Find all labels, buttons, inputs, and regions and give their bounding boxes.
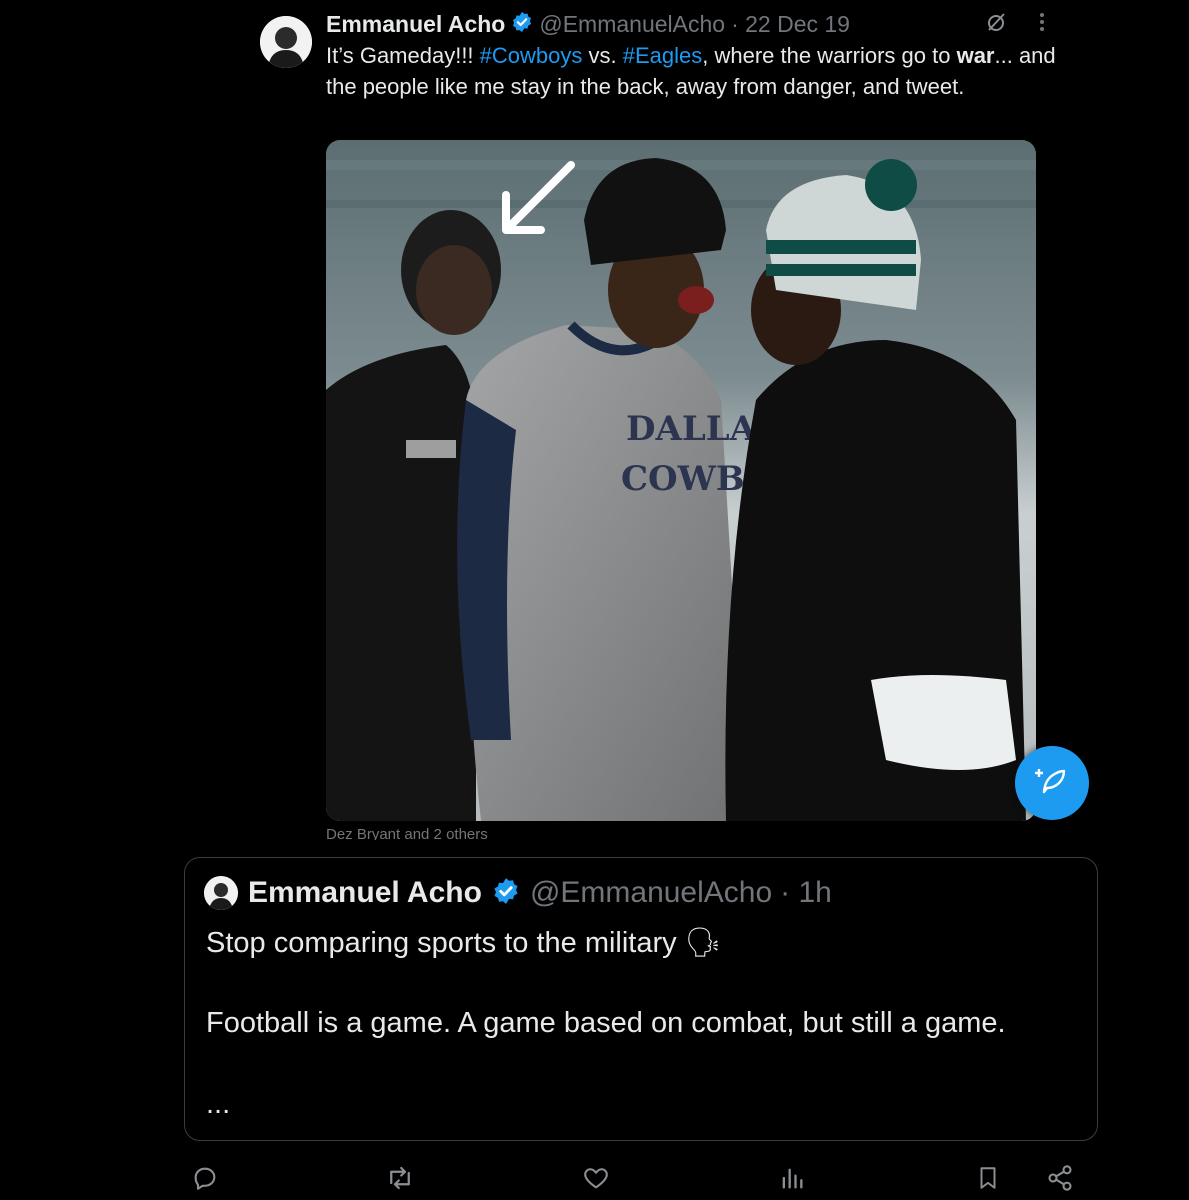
tweet-header: Emmanuel Acho @EmmanuelAcho · 22 Dec 19 xyxy=(326,8,850,40)
views-button[interactable] xyxy=(774,1162,810,1198)
retweet-button[interactable] xyxy=(382,1162,418,1198)
tweet-text: It’s Gameday!!! #Cowboys vs. #Eagles, wh… xyxy=(326,40,1056,102)
views-icon xyxy=(778,1164,806,1197)
tweet-text-mid: vs. xyxy=(582,43,623,68)
quote-author-avatar[interactable] xyxy=(204,876,238,910)
quote-text-line2: Football is a game. A game based on comb… xyxy=(206,1007,1006,1039)
tweet-text-bold: war xyxy=(956,43,995,68)
quote-header: Emmanuel Acho @EmmanuelAcho · 1h xyxy=(248,874,832,912)
quote-show-more[interactable]: ... xyxy=(206,1084,1076,1124)
hashtag-eagles[interactable]: #Eagles xyxy=(623,43,703,68)
bookmark-icon xyxy=(975,1164,1001,1197)
author-avatar[interactable] xyxy=(260,16,312,68)
verified-badge-icon xyxy=(511,11,533,38)
quote-author-handle[interactable]: @EmmanuelAcho xyxy=(530,876,772,910)
share-button[interactable] xyxy=(1042,1162,1078,1198)
reply-button[interactable] xyxy=(187,1162,223,1198)
more-icon[interactable] xyxy=(1038,11,1046,38)
compose-icon xyxy=(1035,764,1069,803)
grok-icon[interactable] xyxy=(984,10,1008,39)
quote-text-line1: Stop comparing sports to the military 🗣 xyxy=(206,927,722,959)
tweet-photo[interactable]: DALLAS COWBOYS xyxy=(326,140,1036,821)
author-handle[interactable]: @EmmanuelAcho xyxy=(539,11,725,38)
verified-badge-icon xyxy=(492,877,520,910)
tweet-text-after: , where the warriors go to xyxy=(702,43,957,68)
like-button[interactable] xyxy=(578,1162,614,1198)
quote-author-name[interactable]: Emmanuel Acho xyxy=(248,876,482,910)
tagged-people[interactable]: Dez Bryant and 2 others xyxy=(326,826,488,840)
reply-icon xyxy=(191,1164,219,1197)
author-name[interactable]: Emmanuel Acho xyxy=(326,11,505,38)
compose-button[interactable] xyxy=(1015,746,1089,820)
quote-time[interactable]: · 1h xyxy=(780,876,832,910)
share-icon xyxy=(1046,1164,1074,1197)
like-icon xyxy=(582,1164,610,1197)
tweet-date[interactable]: · 22 Dec 19 xyxy=(731,11,850,38)
hashtag-cowboys[interactable]: #Cowboys xyxy=(480,43,583,68)
bookmark-button[interactable] xyxy=(970,1162,1006,1198)
tweet-top-actions xyxy=(984,10,1046,39)
retweet-icon xyxy=(385,1163,415,1198)
tweet-text-start: It’s Gameday!!! xyxy=(326,43,480,68)
